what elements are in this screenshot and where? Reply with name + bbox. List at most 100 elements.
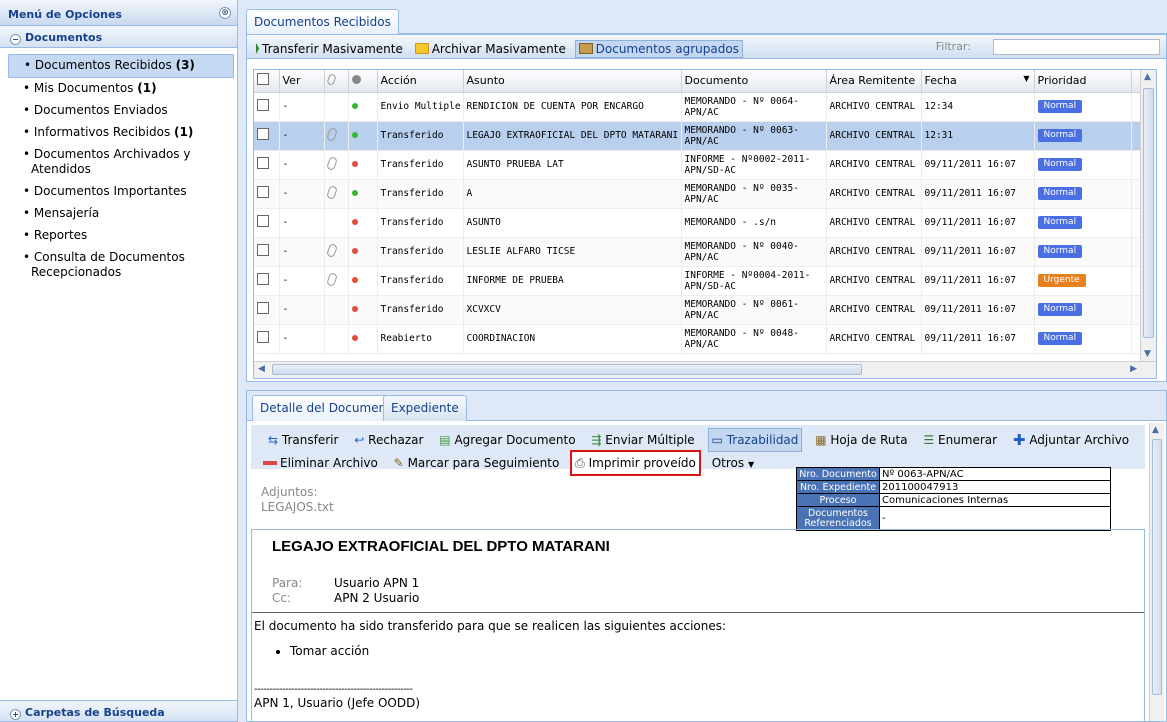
column-header-status[interactable] (348, 70, 378, 93)
row-select-cell[interactable] (254, 121, 280, 151)
ver-cell[interactable]: - (279, 324, 325, 354)
otros-label: Otros (711, 456, 745, 470)
row-select-cell[interactable] (254, 92, 280, 122)
collapse-panel-icon[interactable]: ⊗ (219, 7, 231, 19)
row-checkbox[interactable] (257, 157, 269, 169)
ver-cell[interactable]: - (279, 121, 325, 151)
grouped-documents-toggle[interactable]: Documentos agrupados (574, 40, 743, 58)
table-row[interactable]: - Transferido LESLIE ALFARO TICSE MEMORANDO… (254, 237, 1142, 267)
grid-vertical-scrollbar[interactable]: ▲ ▼ (1140, 70, 1156, 361)
menu-item-documentos-archivados[interactable]: • Documentos Archivados y Atendidos (8, 144, 234, 181)
menu-item-reportes[interactable]: • Reportes (8, 225, 234, 247)
row-checkbox[interactable] (257, 331, 269, 343)
ver-cell[interactable]: - (279, 92, 325, 122)
column-header-fecha[interactable]: Fecha ▼ (921, 70, 1035, 93)
otros-menu-button[interactable]: Otros ▼ (709, 452, 757, 476)
row-checkbox[interactable] (257, 302, 269, 314)
row-select-cell[interactable] (254, 266, 280, 296)
menu-item-documentos-recibidos[interactable]: • Documentos Recibidos (3) (8, 54, 234, 78)
row-checkbox[interactable] (257, 99, 269, 111)
row-checkbox[interactable] (257, 128, 269, 140)
table-row[interactable]: - Transferido ASUNTO MEMORANDO - .s/n ARCHIV… (254, 208, 1142, 238)
table-row[interactable]: - Reabierto COORDINACION MEMORANDO - Nº 004… (254, 324, 1142, 354)
table-row[interactable]: - Transferido A MEMORANDO - Nº 0035-APN/AC A… (254, 179, 1142, 209)
scroll-right-icon[interactable]: ▶ (1130, 364, 1137, 374)
scroll-up-icon[interactable]: ▲ (1152, 425, 1159, 435)
menu-item-mis-documentos[interactable]: • Mis Documentos (1) (8, 78, 234, 100)
para-line: Para: Usuario APN 1 (272, 576, 419, 591)
column-header-accion[interactable]: Acción (377, 70, 464, 93)
ver-cell[interactable]: - (279, 237, 325, 267)
accion-cell: Transferido (377, 237, 464, 267)
asunto-cell: INFORME DE PRUEBA (463, 266, 682, 296)
archive-massively-button[interactable]: Archivar Masivamente (412, 41, 569, 57)
ver-cell[interactable]: - (279, 208, 325, 238)
row-select-cell[interactable] (254, 324, 280, 354)
grid-horizontal-scrollbar[interactable]: ◀ ▶ (254, 361, 1156, 378)
row-checkbox[interactable] (257, 215, 269, 227)
filter-input[interactable] (993, 39, 1160, 55)
hoja-de-ruta-button[interactable]: ▦ Hoja de Ruta (812, 429, 910, 451)
marcar-seguimiento-button[interactable]: ✎ Marcar para Seguimiento (391, 452, 563, 474)
column-header-ver[interactable]: Ver (279, 70, 325, 93)
menu-item-informativos-recibidos[interactable]: • Informativos Recibidos (1) (8, 122, 234, 144)
select-all-header[interactable] (254, 70, 280, 93)
menu-item-mensajeria[interactable]: • Mensajería (8, 203, 234, 225)
enumerar-button[interactable]: ☰ Enumerar (920, 429, 1000, 451)
table-row[interactable]: - Envio Multiple RENDICION DE CUENTA POR E… (254, 92, 1142, 122)
attachment-file-link[interactable]: LEGAJOS.txt (261, 500, 334, 515)
ver-cell[interactable]: - (279, 150, 325, 180)
ver-cell[interactable]: - (279, 295, 325, 325)
detail-vertical-scrollbar[interactable]: ▲ (1149, 423, 1164, 721)
add-document-icon: ▤ (439, 433, 451, 447)
imprimir-proveido-button[interactable]: ⎙ Imprimir proveído (570, 450, 701, 476)
trazabilidad-toggle[interactable]: ▭ Trazabilidad (707, 428, 803, 452)
detail-vscroll-thumb[interactable] (1152, 439, 1162, 695)
row-checkbox[interactable] (257, 186, 269, 198)
column-header-asunto[interactable]: Asunto (463, 70, 682, 93)
asunto-cell: RENDICION DE CUENTA POR ENCARGO (463, 92, 682, 122)
row-select-cell[interactable] (254, 295, 280, 325)
adjuntar-archivo-button[interactable]: ✚ Adjuntar Archivo (1010, 429, 1132, 451)
table-row[interactable]: - Transferido XCVXCV MEMORANDO - Nº 0061-AP… (254, 295, 1142, 325)
scroll-up-icon[interactable]: ▲ (1144, 72, 1151, 82)
table-row[interactable]: - Transferido LEGAJO EXTRAOFICIAL DEL DPTO… (254, 121, 1142, 151)
table-row[interactable]: - Transferido INFORME DE PRUEBA INFORME - N… (254, 266, 1142, 296)
scroll-left-icon[interactable]: ◀ (258, 364, 265, 374)
column-header-attachment[interactable] (324, 70, 349, 93)
collapse-section-icon[interactable]: − (10, 34, 21, 45)
row-select-cell[interactable] (254, 150, 280, 180)
select-all-checkbox[interactable] (257, 73, 269, 86)
row-checkbox[interactable] (257, 244, 269, 256)
carpetas-busqueda-section-header[interactable]: + Carpetas de Búsqueda (0, 700, 237, 722)
grid-hscroll-thumb[interactable] (272, 364, 862, 375)
row-select-cell[interactable] (254, 179, 280, 209)
tab-documentos-recibidos[interactable]: Documentos Recibidos (246, 9, 399, 34)
expand-section-icon[interactable]: + (10, 709, 21, 720)
transfer-massively-button[interactable]: Transferir Masivamente (253, 41, 406, 57)
row-select-cell[interactable] (254, 208, 280, 238)
accion-cell: Transferido (377, 295, 464, 325)
transferir-button[interactable]: ⇆ Transferir (265, 429, 341, 451)
ver-cell[interactable]: - (279, 266, 325, 296)
column-header-prioridad[interactable]: Prioridad (1034, 70, 1132, 93)
row-select-cell[interactable] (254, 237, 280, 267)
menu-item-label: • Mensajería (23, 206, 100, 220)
column-header-area-remitente[interactable]: Área Remitente (826, 70, 922, 93)
scroll-down-icon[interactable]: ▼ (1144, 349, 1151, 359)
ver-cell[interactable]: - (279, 179, 325, 209)
menu-item-documentos-importantes[interactable]: • Documentos Importantes (8, 181, 234, 203)
eliminar-archivo-button[interactable]: Eliminar Archivo (260, 452, 381, 474)
tab-expediente[interactable]: Expediente (383, 395, 467, 421)
menu-item-documentos-enviados[interactable]: • Documentos Enviados (8, 100, 234, 122)
table-row[interactable]: - Transferido ASUNTO PRUEBA LAT INFORME - N… (254, 150, 1142, 180)
column-header-documento[interactable]: Documento (681, 70, 827, 93)
grid-vscroll-thumb[interactable] (1143, 88, 1154, 338)
menu-item-consulta-recepcionados[interactable]: • Consulta de Documentos Recepcionados (8, 247, 234, 284)
enviar-multiple-button[interactable]: ⇶ Enviar Múltiple (588, 429, 697, 451)
row-checkbox[interactable] (257, 273, 269, 285)
rechazar-button[interactable]: ↩ Rechazar (351, 429, 426, 451)
documentos-section-header[interactable]: − Documentos (0, 26, 237, 48)
asunto-cell: LESLIE ALFARO TICSE (463, 237, 682, 267)
agregar-documento-button[interactable]: ▤ Agregar Documento (436, 429, 578, 451)
